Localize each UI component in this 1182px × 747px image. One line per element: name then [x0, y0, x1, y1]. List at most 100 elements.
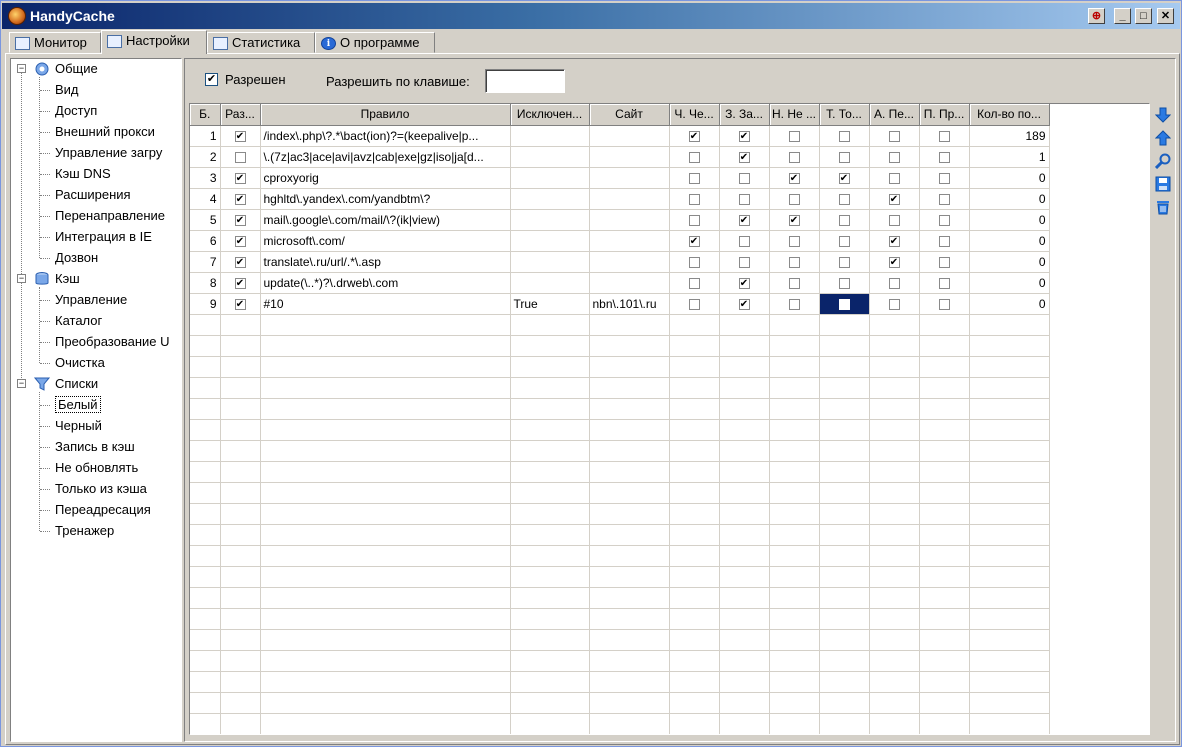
exception-cell[interactable] — [510, 209, 590, 231]
flag-cell[interactable]: ✔ — [719, 209, 770, 231]
flag-cell[interactable]: ✔ — [719, 293, 770, 315]
tree-group-1[interactable]: Кэш — [55, 269, 80, 289]
tree-item[interactable]: Доступ — [55, 101, 97, 121]
checkbox[interactable] — [738, 235, 750, 247]
checked-checkbox[interactable]: ✔ — [234, 130, 246, 142]
checked-checkbox[interactable]: ✔ — [888, 256, 900, 268]
checkbox[interactable] — [888, 151, 900, 163]
checked-checkbox[interactable]: ✔ — [838, 172, 850, 184]
flag-cell[interactable] — [769, 251, 820, 273]
checkbox[interactable] — [788, 277, 800, 289]
move-down-icon[interactable] — [1154, 107, 1172, 123]
checked-checkbox[interactable]: ✔ — [738, 130, 750, 142]
rules-grid[interactable]: Б. Раз... Правило Исключен... Сайт Ч. Че... З.… — [189, 103, 1150, 735]
table-row[interactable]: 5 ✔ mail\.google\.com/mail/\?(ik|view) ✔ ✔ 0 — [190, 209, 1050, 231]
checkbox[interactable] — [838, 214, 850, 226]
exception-cell[interactable] — [510, 167, 590, 189]
checked-checkbox[interactable]: ✔ — [234, 256, 246, 268]
column-header[interactable]: Т. То... — [819, 104, 870, 126]
checkbox[interactable] — [738, 172, 750, 184]
checkbox[interactable] — [738, 193, 750, 205]
column-header[interactable]: Раз... — [220, 104, 261, 126]
flag-cell[interactable] — [869, 272, 920, 294]
checkbox[interactable] — [838, 256, 850, 268]
checked-checkbox[interactable]: ✔ — [738, 214, 750, 226]
checkbox[interactable] — [838, 235, 850, 247]
flag-cell[interactable] — [819, 146, 870, 168]
checkbox[interactable] — [938, 256, 950, 268]
tree-item[interactable]: Белый — [55, 395, 101, 415]
rule-cell[interactable]: update(\..*)?\.drweb\.com — [260, 272, 511, 294]
flag-cell[interactable] — [769, 272, 820, 294]
column-header[interactable]: Н. Не ... — [769, 104, 820, 126]
flag-cell[interactable] — [769, 188, 820, 210]
table-row[interactable]: 9 ✔ #10 True nbn\.101\.ru ✔ 0 — [190, 293, 1050, 315]
rule-cell[interactable]: cproxyorig — [260, 167, 511, 189]
checked-checkbox[interactable]: ✔ — [738, 151, 750, 163]
close-button[interactable]: ✕ — [1157, 8, 1174, 24]
checked-checkbox[interactable]: ✔ — [888, 235, 900, 247]
flag-cell[interactable]: ✔ — [669, 125, 720, 147]
tree-item[interactable]: Переадресация — [55, 500, 151, 520]
checked-checkbox[interactable]: ✔ — [788, 172, 800, 184]
move-up-icon[interactable] — [1154, 130, 1172, 146]
site-cell[interactable] — [589, 272, 670, 294]
checkbox[interactable] — [838, 193, 850, 205]
title-bar[interactable]: HandyCache ⊕ _ □ ✕ — [2, 3, 1180, 29]
checkbox[interactable] — [788, 235, 800, 247]
rule-cell[interactable]: translate\.ru/url/.*\.asp — [260, 251, 511, 273]
checkbox[interactable] — [938, 277, 950, 289]
rule-cell[interactable]: mail\.google\.com/mail/\?(ik|view) — [260, 209, 511, 231]
flag-cell[interactable] — [819, 293, 870, 315]
flag-cell[interactable] — [669, 209, 720, 231]
column-header[interactable]: Сайт — [589, 104, 670, 126]
checked-checkbox[interactable]: ✔ — [234, 193, 246, 205]
flag-cell[interactable] — [919, 188, 970, 210]
checkbox[interactable] — [788, 151, 800, 163]
enabled-cell[interactable]: ✔ — [220, 293, 261, 315]
flag-cell[interactable] — [919, 251, 970, 273]
tree-item[interactable]: Дозвон — [55, 248, 98, 268]
site-cell[interactable] — [589, 188, 670, 210]
flag-cell[interactable] — [869, 209, 920, 231]
enabled-cell[interactable]: ✔ — [220, 188, 261, 210]
flag-cell[interactable] — [669, 146, 720, 168]
checkbox[interactable] — [838, 130, 850, 142]
tree-item[interactable]: Управление загру — [55, 143, 162, 163]
table-row[interactable]: 4 ✔ hghltd\.yandex\.com/yandbtm\? ✔ 0 — [190, 188, 1050, 210]
checkbox[interactable] — [838, 277, 850, 289]
checkbox[interactable] — [688, 277, 700, 289]
flag-cell[interactable]: ✔ — [769, 167, 820, 189]
column-header[interactable]: П. Пр... — [919, 104, 970, 126]
flag-cell[interactable]: ✔ — [869, 251, 920, 273]
checked-checkbox[interactable]: ✔ — [234, 235, 246, 247]
exception-cell[interactable] — [510, 230, 590, 252]
table-row[interactable]: 1 ✔ /index\.php\?.*\bact(ion)?=(keepalive|… — [190, 125, 1050, 147]
checked-checkbox[interactable]: ✔ — [788, 214, 800, 226]
checkbox[interactable] — [938, 172, 950, 184]
enabled-cell[interactable]: ✔ — [220, 209, 261, 231]
flag-cell[interactable] — [769, 230, 820, 252]
checkbox[interactable] — [938, 298, 950, 310]
checkbox[interactable] — [938, 235, 950, 247]
checkbox[interactable] — [788, 130, 800, 142]
checkbox[interactable] — [888, 277, 900, 289]
tree-item[interactable]: Каталог — [55, 311, 102, 331]
checkbox[interactable] — [938, 130, 950, 142]
site-cell[interactable] — [589, 209, 670, 231]
tree-item[interactable]: Кэш DNS — [55, 164, 111, 184]
table-row[interactable]: 8 ✔ update(\..*)?\.drweb\.com ✔ 0 — [190, 272, 1050, 294]
flag-cell[interactable] — [719, 188, 770, 210]
settings-tree[interactable]: − Общие Вид Доступ Внешний прокси Управление … — [10, 58, 182, 742]
flag-cell[interactable]: ✔ — [869, 188, 920, 210]
tree-item[interactable]: Расширения — [55, 185, 131, 205]
checkbox[interactable] — [938, 214, 950, 226]
flag-cell[interactable] — [669, 293, 720, 315]
column-header[interactable]: А. Пе... — [869, 104, 920, 126]
table-row[interactable]: 2 \.(7z|ac3|ace|avi|avz|cab|exe|gz|iso|ja… — [190, 146, 1050, 168]
flag-cell[interactable] — [919, 272, 970, 294]
checkbox[interactable] — [234, 151, 246, 163]
flag-cell[interactable] — [919, 230, 970, 252]
enabled-cell[interactable] — [220, 146, 261, 168]
table-row[interactable]: 3 ✔ cproxyorig ✔ ✔ 0 — [190, 167, 1050, 189]
